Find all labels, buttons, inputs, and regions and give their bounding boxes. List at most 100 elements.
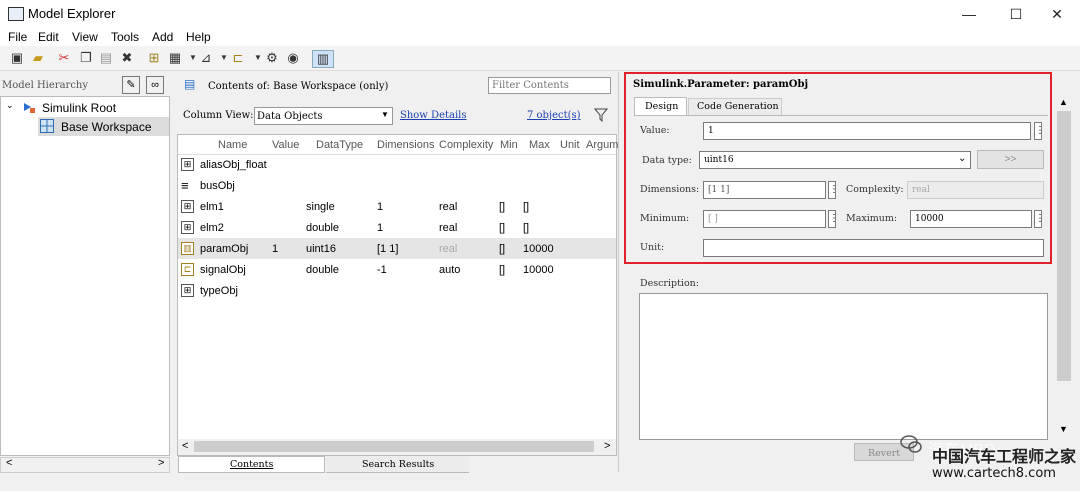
tree-item-simulink-root[interactable]: Simulink Root	[42, 101, 116, 115]
column-header-datatype[interactable]: DataType	[316, 139, 363, 151]
settings-icon[interactable]: ◉	[285, 50, 301, 66]
hierarchy-horizontal-scrollbar[interactable]	[0, 457, 170, 473]
menu-tools[interactable]: Tools	[111, 30, 139, 44]
scrollbar-thumb[interactable]	[194, 441, 594, 452]
paste-icon[interactable]: ▤	[98, 50, 114, 66]
maximize-button[interactable]: ☐	[993, 0, 1039, 28]
chevron-down-icon[interactable]: ⌄	[6, 100, 14, 111]
maximum-options-icon[interactable]: ⋮	[1034, 210, 1045, 228]
column-view-label: Column View:	[183, 110, 254, 121]
chevron-down-icon[interactable]: ⌄	[958, 153, 966, 164]
add-signal-icon[interactable]: ⊏	[230, 50, 246, 66]
close-button[interactable]: ✕	[1034, 0, 1080, 28]
menu-view[interactable]: View	[72, 30, 98, 44]
signal-icon: ⊏	[181, 263, 194, 276]
value-field[interactable]: 1	[703, 122, 1031, 140]
minimum-field[interactable]: [ ]	[703, 210, 826, 228]
tab-code-generation-label: Code Generation	[697, 101, 779, 112]
row-complexity: auto	[439, 264, 461, 276]
row-max: 10000	[523, 243, 554, 255]
row-datatype: double	[306, 222, 340, 234]
row-min: []	[499, 222, 506, 234]
row-min: []	[499, 243, 506, 255]
scroll-right-icon[interactable]: >	[158, 457, 164, 469]
bus-element-icon: ⊞	[181, 200, 194, 213]
simulink-root-icon	[23, 101, 35, 113]
row-name[interactable]: aliasObj_float	[200, 159, 267, 171]
row-name[interactable]: busObj	[200, 180, 235, 192]
value-options-icon[interactable]: ⋮	[1034, 122, 1045, 140]
scrollbar-thumb[interactable]	[1057, 111, 1071, 381]
row-name[interactable]: typeObj	[200, 285, 238, 297]
row-min: []	[499, 264, 506, 276]
filter-funnel-icon[interactable]	[593, 108, 609, 123]
row-complexity: real	[439, 243, 458, 255]
minimum-options-icon[interactable]: ⋮	[828, 210, 839, 228]
datatype-assistant-button[interactable]: >>	[977, 150, 1044, 169]
column-header-max[interactable]: Max	[529, 139, 550, 151]
column-header-name[interactable]: Name	[218, 139, 247, 151]
datatype-label: Data type:	[642, 155, 692, 166]
scroll-right-icon[interactable]: >	[604, 440, 610, 452]
minimize-button[interactable]: —	[946, 0, 992, 28]
menu-edit[interactable]: Edit	[38, 30, 59, 44]
column-header-value[interactable]: Value	[272, 139, 299, 151]
column-header-unit[interactable]: Unit	[560, 139, 580, 151]
row-dimensions: [1 1]	[377, 243, 399, 255]
add-bus-icon[interactable]: ⊿	[198, 50, 214, 66]
chevron-down-icon[interactable]: ▼	[381, 110, 389, 119]
wechat-logo-icon	[900, 434, 922, 454]
row-name[interactable]: paramObj	[200, 243, 248, 255]
maximum-label: Maximum:	[846, 213, 898, 224]
column-view-toggle-icon[interactable]: ▥	[312, 50, 334, 68]
add-data-icon[interactable]: ⊞	[146, 50, 162, 66]
row-datatype: single	[306, 201, 335, 213]
open-folder-icon[interactable]: ▰	[30, 50, 46, 66]
column-header-complexity[interactable]: Complexity	[439, 139, 493, 151]
model-advisor-icon[interactable]: ⚙	[264, 50, 280, 66]
pane-divider[interactable]	[618, 72, 619, 472]
row-name[interactable]: signalObj	[200, 264, 246, 276]
menu-help[interactable]: Help	[186, 30, 211, 44]
workspace-icon	[40, 119, 54, 133]
toolbar	[0, 46, 1080, 71]
tree-item-base-workspace[interactable]: Base Workspace	[61, 120, 152, 134]
contents-icon: ▤	[184, 77, 196, 91]
delete-icon[interactable]: ✖	[119, 50, 135, 66]
scroll-down-icon[interactable]: ▼	[1059, 424, 1068, 434]
bus-element-icon: ⊞	[181, 221, 194, 234]
complexity-field: real	[907, 181, 1044, 199]
scroll-up-icon[interactable]: ▲	[1059, 97, 1068, 107]
edit-hierarchy-icon[interactable]: ✎	[122, 76, 140, 94]
view-hierarchy-icon[interactable]: ∞	[146, 76, 164, 94]
dimensions-field[interactable]: [1 1]	[703, 181, 826, 199]
cut-icon[interactable]: ✂	[56, 50, 72, 66]
row-value: 1	[272, 243, 279, 255]
menu-add[interactable]: Add	[152, 30, 173, 44]
model-hierarchy-label: Model Hierarchy	[2, 80, 89, 91]
column-header-min[interactable]: Min	[500, 139, 518, 151]
maximum-field[interactable]: 10000	[910, 210, 1032, 228]
unit-field[interactable]	[703, 239, 1044, 257]
row-name[interactable]: elm2	[200, 222, 224, 234]
dimensions-options-icon[interactable]: ⋮	[828, 181, 839, 199]
menu-file[interactable]: File	[8, 30, 27, 44]
filter-contents-input[interactable]	[488, 77, 611, 94]
new-model-icon[interactable]: ▣	[9, 50, 25, 66]
datatype-select[interactable]: uint16	[699, 151, 971, 169]
scroll-left-icon[interactable]: <	[182, 440, 188, 452]
description-textarea[interactable]	[639, 293, 1048, 440]
contents-title: Contents of: Base Workspace (only)	[208, 81, 389, 92]
copy-icon[interactable]: ❐	[78, 50, 94, 66]
column-header-dimensions[interactable]: Dimensions	[377, 139, 434, 151]
column-header-argument[interactable]: Argum	[586, 139, 618, 151]
object-count-link[interactable]: 7 object(s)	[527, 110, 581, 121]
dimensions-label: Dimensions:	[640, 184, 700, 195]
alias-type-icon: ⊞	[181, 158, 194, 171]
type-icon: ⊞	[181, 284, 194, 297]
scroll-left-icon[interactable]: <	[6, 457, 12, 469]
show-details-link[interactable]: Show Details	[400, 110, 467, 121]
add-parameter-icon[interactable]: ▦	[167, 50, 183, 66]
unit-label: Unit:	[640, 242, 665, 253]
row-name[interactable]: elm1	[200, 201, 224, 213]
